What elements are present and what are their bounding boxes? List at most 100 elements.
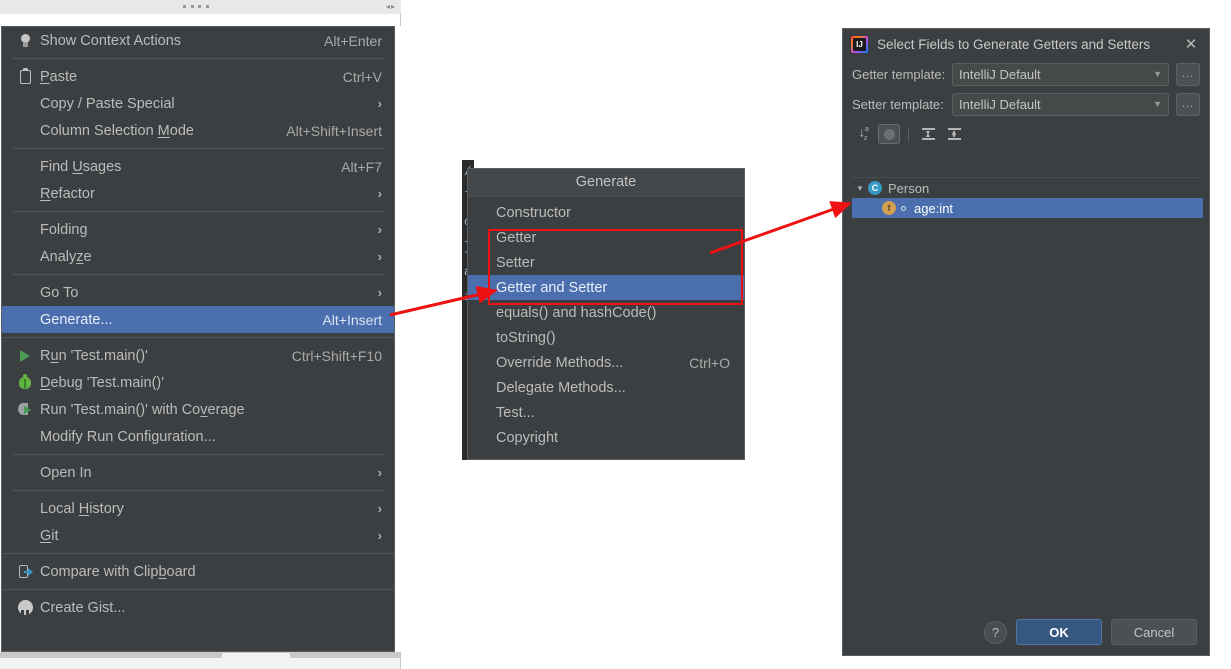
menu-separator xyxy=(12,454,384,455)
menu-item-modify-run-configuration[interactable]: Modify Run Configuration... xyxy=(2,423,394,450)
menu-item-label: Show Context Actions xyxy=(40,32,182,49)
collapse-arrows-icon[interactable]: ◂▸ xyxy=(386,3,396,11)
ok-button[interactable]: OK xyxy=(1016,619,1102,645)
generate-popup[interactable]: Generate Constructor Getter Setter Getter a… xyxy=(467,168,745,460)
submenu-chevron-icon: › xyxy=(377,249,382,264)
close-icon[interactable]: ✕ xyxy=(1181,34,1201,54)
menu-item-label: Modify Run Configuration... xyxy=(40,428,216,445)
select-fields-dialog[interactable]: Select Fields to Generate Getters and Se… xyxy=(842,28,1210,656)
menu-item-paste[interactable]: Paste Ctrl+V xyxy=(2,63,394,90)
menu-item-shortcut: Alt+Enter xyxy=(324,32,382,49)
generate-item-label: Delegate Methods... xyxy=(496,379,626,396)
dialog-toolbar[interactable]: ↓az xyxy=(843,122,1209,146)
menu-item-label: Folding xyxy=(40,221,88,238)
menu-item-git[interactable]: Git › xyxy=(2,522,394,549)
menu-item-column-selection-mode[interactable]: Column Selection Mode Alt+Shift+Insert xyxy=(2,117,394,144)
setter-template-value: IntelliJ Default xyxy=(959,96,1041,112)
menu-item-label: Run 'Test.main()' xyxy=(40,347,148,364)
generate-item-override-methods[interactable]: Override Methods... Ctrl+O xyxy=(468,350,744,375)
generate-item-tostring[interactable]: toString() xyxy=(468,325,744,350)
generate-item-copyright[interactable]: Copyright xyxy=(468,425,744,450)
getter-template-label: Getter template: xyxy=(852,66,946,82)
menu-item-create-gist[interactable]: Create Gist... xyxy=(2,594,394,621)
editor-context-menu[interactable]: Show Context Actions Alt+Enter Paste Ctrl+V… xyxy=(1,26,395,652)
editor-horizontal-scrollbar-area[interactable] xyxy=(0,652,401,669)
submenu-chevron-icon: › xyxy=(377,186,382,201)
generate-item-label: Setter xyxy=(496,254,535,271)
menu-item-label: Run 'Test.main()' with Coverage xyxy=(40,401,245,418)
lightbulb-icon xyxy=(14,33,36,48)
menu-item-run-test-main-with-coverage[interactable]: Run 'Test.main()' with Coverage xyxy=(2,396,394,423)
github-icon xyxy=(14,600,36,615)
debug-icon xyxy=(14,373,36,389)
tree-node-age-int[interactable]: f age:int xyxy=(852,198,1203,218)
menu-item-go-to[interactable]: Go To › xyxy=(2,279,394,306)
setter-template-browse-button[interactable]: ... xyxy=(1176,92,1200,116)
editor-top-toolbar-strip: ◂▸ xyxy=(0,0,401,15)
menu-item-local-history[interactable]: Local History › xyxy=(2,495,394,522)
menu-item-debug-test-main[interactable]: Debug 'Test.main()' xyxy=(2,369,394,396)
submenu-chevron-icon: › xyxy=(377,501,382,516)
menu-item-label: Refactor xyxy=(40,185,95,202)
getter-template-combo[interactable]: IntelliJ Default ▼ xyxy=(952,62,1169,86)
menu-item-label: Compare with Clipboard xyxy=(40,563,196,580)
dialog-title-bar: Select Fields to Generate Getters and Se… xyxy=(843,29,1209,59)
menu-item-compare-with-clipboard[interactable]: Compare with Clipboard xyxy=(2,558,394,585)
menu-item-shortcut: Alt+Insert xyxy=(322,311,382,328)
collapse-all-icon[interactable] xyxy=(943,124,965,144)
setter-template-combo[interactable]: IntelliJ Default ▼ xyxy=(952,92,1169,116)
generate-item-test[interactable]: Test... xyxy=(468,400,744,425)
generate-item-delegate-methods[interactable]: Delegate Methods... xyxy=(468,375,744,400)
generate-item-getter[interactable]: Getter xyxy=(468,225,744,250)
drag-dots-icon[interactable] xyxy=(183,5,209,8)
chevron-down-icon: ▼ xyxy=(1153,99,1162,109)
generate-item-getter-and-setter[interactable]: Getter and Setter xyxy=(468,275,744,300)
menu-item-analyze[interactable]: Analyze › xyxy=(2,243,394,270)
visibility-marker-icon xyxy=(901,205,906,211)
fields-tree[interactable]: ▾ C Person f age:int xyxy=(852,177,1203,607)
compare-clipboard-icon xyxy=(14,564,36,579)
editor-background-top xyxy=(0,14,401,26)
menu-item-copy-paste-special[interactable]: Copy / Paste Special › xyxy=(2,90,394,117)
menu-item-generate[interactable]: Generate... Alt+Insert xyxy=(2,306,394,333)
menu-separator xyxy=(2,553,394,554)
generate-item-equals-and-hashcode[interactable]: equals() and hashCode() xyxy=(468,300,744,325)
scrollbar-thumb[interactable] xyxy=(0,653,222,658)
menu-item-shortcut: Ctrl+Shift+F10 xyxy=(291,347,382,364)
expand-all-icon[interactable] xyxy=(917,124,939,144)
run-icon xyxy=(14,349,36,362)
menu-separator xyxy=(12,274,384,275)
chevron-down-icon[interactable]: ▾ xyxy=(852,183,868,194)
generate-item-label: Getter xyxy=(496,229,537,246)
getter-template-value: IntelliJ Default xyxy=(959,66,1041,82)
menu-item-label: Go To xyxy=(40,284,79,301)
submenu-chevron-icon: › xyxy=(377,528,382,543)
menu-item-show-context-actions[interactable]: Show Context Actions Alt+Enter xyxy=(2,27,394,54)
menu-item-folding[interactable]: Folding › xyxy=(2,216,394,243)
menu-item-shortcut: Alt+Shift+Insert xyxy=(286,122,382,139)
generate-item-label: Copyright xyxy=(496,429,559,446)
help-button[interactable]: ? xyxy=(984,620,1007,644)
menu-item-label: Paste xyxy=(40,68,78,85)
class-icon: C xyxy=(868,181,882,195)
menu-item-label: Local History xyxy=(40,500,124,517)
menu-item-open-in[interactable]: Open In › xyxy=(2,459,394,486)
tree-node-person[interactable]: ▾ C Person xyxy=(852,178,1203,198)
generate-item-setter[interactable]: Setter xyxy=(468,250,744,275)
menu-separator xyxy=(2,337,394,338)
toolbar-separator xyxy=(908,126,909,142)
submenu-chevron-icon: › xyxy=(377,96,382,111)
scrollbar-thumb-secondary[interactable] xyxy=(290,653,400,658)
menu-separator xyxy=(12,211,384,212)
menu-item-refactor[interactable]: Refactor › xyxy=(2,180,394,207)
generate-item-constructor[interactable]: Constructor xyxy=(468,200,744,225)
menu-item-run-test-main[interactable]: Run 'Test.main()' Ctrl+Shift+F10 xyxy=(2,342,394,369)
getter-template-browse-button[interactable]: ... xyxy=(1176,62,1200,86)
generate-popup-list[interactable]: Constructor Getter Setter Getter and Setter… xyxy=(468,197,744,450)
menu-item-find-usages[interactable]: Find Usages Alt+F7 xyxy=(2,153,394,180)
sort-alphabetically-icon[interactable]: ↓az xyxy=(852,124,874,144)
cancel-button[interactable]: Cancel xyxy=(1111,619,1197,645)
generate-item-label: Constructor xyxy=(496,204,571,221)
toggle-circle-icon[interactable] xyxy=(878,124,900,144)
submenu-chevron-icon: › xyxy=(377,222,382,237)
